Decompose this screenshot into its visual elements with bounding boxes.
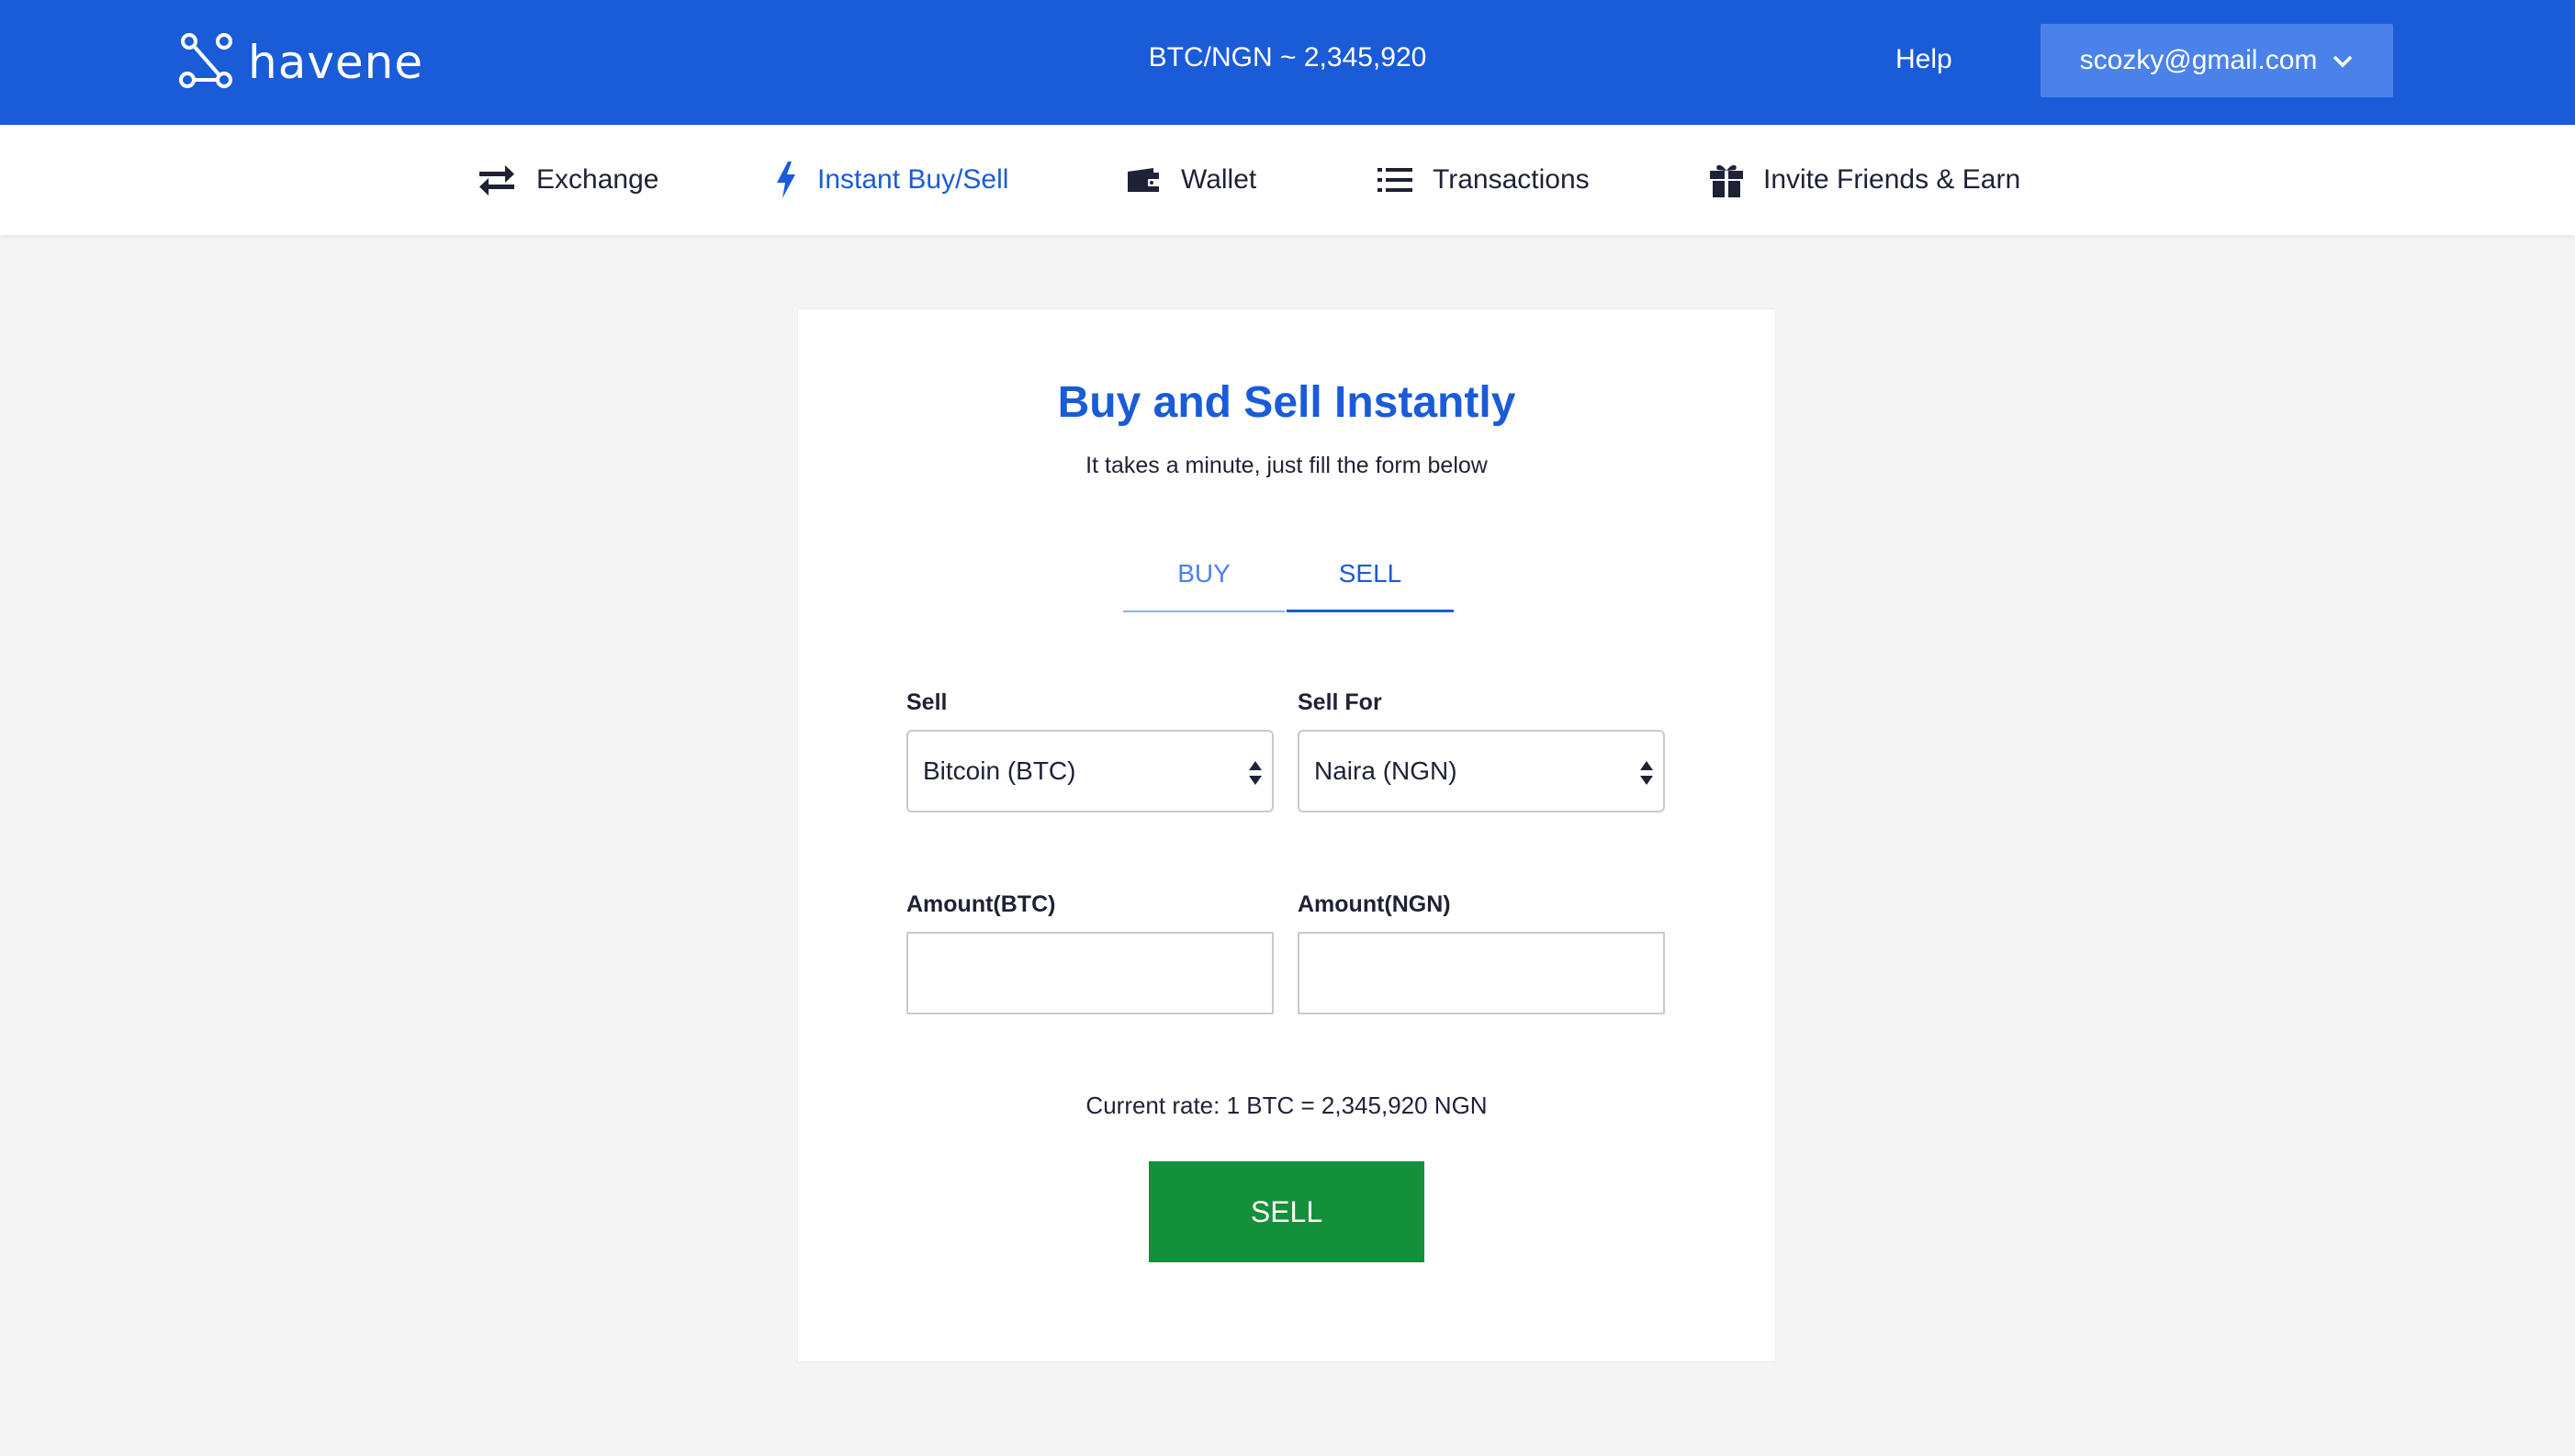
nav-item-label: Invite Friends & Earn [1763, 164, 2021, 195]
current-rate-text: Current rate: 1 BTC = 2,345,920 NGN [1085, 1092, 1488, 1119]
amount-ngn-label: Amount(NGN) [1298, 891, 1451, 917]
nav-item-transactions[interactable]: Transactions [1377, 125, 1590, 235]
sell-currency-select[interactable]: Bitcoin (BTC) [906, 730, 1274, 812]
sell-for-currency-value: Naira (NGN) [1314, 756, 1457, 785]
nav-item-label: Wallet [1181, 164, 1257, 195]
wallet-icon [1126, 166, 1161, 194]
sell-currency-value: Bitcoin (BTC) [923, 756, 1076, 785]
amount-btc-input[interactable] [906, 932, 1274, 1014]
select-arrows-icon [1248, 759, 1263, 787]
account-menu-button[interactable]: scozky@gmail.com [2041, 24, 2393, 97]
nav-item-label: Instant Buy/Sell [817, 164, 1009, 195]
instant-trade-card: Buy and Sell Instantly It takes a minute… [797, 308, 1776, 1362]
sell-label: Sell [906, 689, 948, 715]
exchange-arrows-icon [478, 164, 516, 196]
list-icon [1377, 166, 1412, 194]
chevron-down-icon [2332, 45, 2354, 76]
sell-for-label: Sell For [1298, 689, 1382, 715]
main-nav: Exchange Instant Buy/Sell Wallet Transac… [0, 125, 2575, 235]
card-subtitle: It takes a minute, just fill the form be… [1085, 453, 1488, 478]
sell-submit-button[interactable]: SELL [1149, 1161, 1424, 1262]
lightning-icon [775, 162, 797, 198]
nav-item-wallet[interactable]: Wallet [1126, 125, 1256, 235]
nav-item-invite-friends[interactable]: Invite Friends & Earn [1710, 125, 2020, 235]
nav-item-exchange[interactable]: Exchange [478, 125, 658, 235]
amount-ngn-input[interactable] [1298, 932, 1665, 1014]
amount-btc-label: Amount(BTC) [906, 891, 1056, 917]
nav-item-instant-buy-sell[interactable]: Instant Buy/Sell [775, 125, 1008, 235]
top-bar: havene BTC/NGN ~ 2,345,920 Help scozky@g… [0, 0, 2575, 125]
sell-for-currency-select[interactable]: Naira (NGN) [1298, 730, 1665, 812]
help-link[interactable]: Help [1895, 44, 1952, 75]
select-arrows-icon [1639, 759, 1654, 787]
nav-item-label: Transactions [1433, 164, 1590, 195]
tab-buy[interactable]: BUY [1123, 555, 1285, 612]
tab-sell[interactable]: SELL [1287, 555, 1454, 612]
nav-item-label: Exchange [536, 164, 659, 195]
gift-icon [1710, 162, 1743, 197]
card-title: Buy and Sell Instantly [1057, 378, 1516, 427]
account-email: scozky@gmail.com [2079, 45, 2318, 75]
